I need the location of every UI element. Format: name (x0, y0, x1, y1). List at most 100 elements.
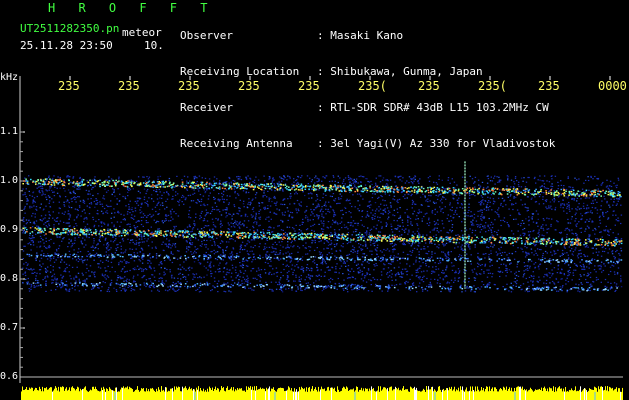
noise-pixel (177, 193, 179, 195)
noise-pixel (46, 270, 49, 272)
noise-pixel (227, 228, 229, 230)
noise-pixel (580, 198, 582, 200)
noise-pixel (178, 204, 180, 206)
noise-pixel (375, 241, 377, 243)
noise-pixel (357, 263, 359, 265)
spectrogram-plot[interactable] (0, 0, 629, 400)
noise-pixel (301, 256, 304, 258)
noise-pixel (179, 282, 182, 284)
noise-pixel (95, 246, 97, 249)
noise-pixel (566, 227, 569, 230)
noise-pixel (101, 286, 103, 288)
noise-pixel (584, 268, 586, 270)
noise-pixel (239, 276, 241, 278)
noise-pixel (504, 270, 507, 272)
noise-pixel (354, 186, 356, 188)
noise-pixel (218, 271, 220, 273)
noise-pixel (122, 252, 124, 254)
noise-pixel (562, 199, 564, 201)
noise-pixel (433, 202, 436, 204)
noise-pixel (194, 285, 197, 288)
noise-pixel (327, 244, 330, 246)
noise-pixel (193, 261, 196, 263)
noise-pixel (288, 280, 290, 282)
noise-pixel (93, 224, 96, 226)
noise-pixel (99, 237, 101, 239)
noise-pixel (411, 207, 413, 209)
noise-pixel (111, 266, 113, 268)
noise-pixel (479, 185, 482, 187)
noise-pixel (327, 187, 329, 189)
noise-pixel (395, 284, 398, 286)
noise-pixel (467, 242, 469, 245)
noise-pixel (87, 250, 89, 253)
noise-pixel (620, 278, 622, 280)
noise-pixel (426, 270, 428, 272)
noise-pixel (398, 266, 400, 268)
noise-pixel (44, 222, 47, 224)
noise-pixel (380, 260, 383, 262)
noise-pixel (331, 252, 333, 255)
noise-pixel (350, 216, 352, 218)
noise-pixel (553, 201, 555, 203)
noise-pixel (545, 282, 548, 285)
noise-pixel (351, 283, 353, 285)
noise-pixel (274, 190, 276, 192)
noise-pixel (443, 227, 445, 229)
noise-pixel (366, 191, 368, 193)
noise-pixel (133, 254, 136, 256)
noise-pixel (28, 288, 30, 290)
noise-pixel (264, 248, 266, 250)
noise-pixel (469, 194, 471, 197)
noise-pixel (579, 190, 581, 193)
noise-pixel (283, 268, 285, 271)
noise-pixel (212, 208, 214, 210)
noise-pixel (567, 176, 569, 178)
noise-pixel (312, 219, 314, 221)
noise-pixel (423, 270, 425, 272)
noise-pixel (582, 268, 584, 270)
noise-pixel (55, 281, 57, 283)
noise-pixel (142, 213, 145, 215)
noise-pixel (422, 193, 424, 195)
noise-pixel (146, 240, 148, 242)
noise-pixel (286, 278, 288, 280)
noise-pixel (374, 213, 376, 215)
noise-pixel (350, 222, 353, 224)
noise-pixel (163, 271, 165, 273)
noise-pixel (549, 277, 551, 279)
noise-pixel (467, 245, 470, 247)
noise-pixel (170, 287, 172, 289)
noise-pixel (31, 206, 33, 208)
noise-pixel (541, 256, 544, 258)
noise-pixel (569, 186, 572, 188)
noise-pixel (481, 214, 483, 216)
noise-pixel (503, 263, 505, 265)
noise-pixel (162, 241, 164, 243)
noise-pixel (194, 236, 197, 239)
noise-pixel (230, 276, 232, 278)
noise-pixel (58, 207, 61, 209)
noise-pixel (183, 203, 185, 205)
noise-pixel (36, 225, 38, 227)
noise-pixel (354, 284, 356, 286)
noise-pixel (198, 287, 201, 289)
noise-pixel (404, 231, 406, 233)
noise-pixel (211, 206, 214, 208)
noise-pixel (249, 229, 251, 231)
noise-pixel (129, 285, 131, 288)
noise-pixel (493, 231, 496, 233)
noise-pixel (216, 259, 219, 261)
noise-pixel (528, 234, 530, 236)
noise-pixel (251, 268, 254, 270)
noise-pixel (613, 201, 615, 203)
noise-pixel (291, 212, 294, 214)
noise-pixel (222, 209, 224, 211)
noise-pixel (133, 243, 136, 245)
noise-pixel (220, 254, 222, 256)
noise-pixel (97, 243, 99, 245)
noise-pixel (594, 233, 596, 235)
noise-pixel (585, 246, 587, 248)
noise-pixel (480, 286, 483, 288)
noise-pixel (245, 265, 248, 267)
